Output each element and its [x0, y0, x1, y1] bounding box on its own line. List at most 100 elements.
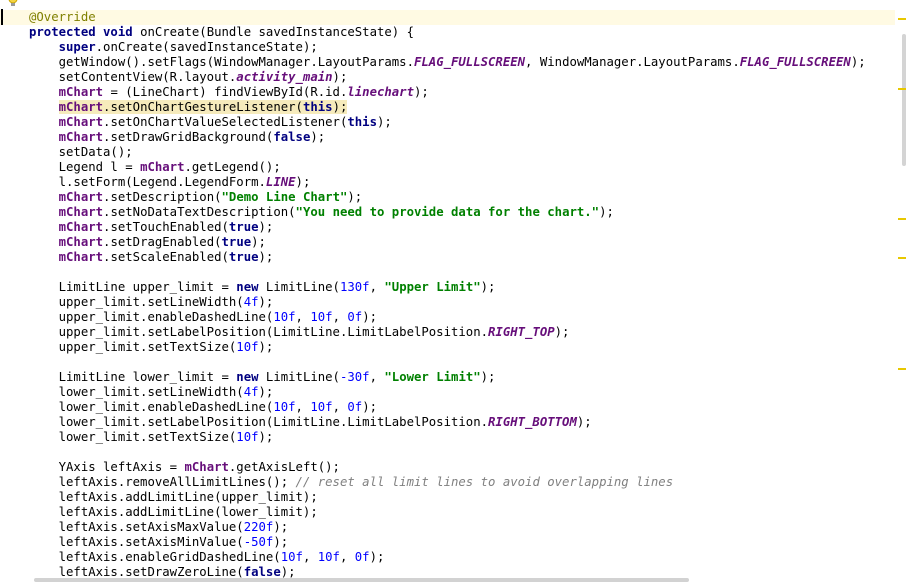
code-token: ); [273, 535, 289, 549]
code-token: .setOnChartValueSelectedListener( [103, 115, 348, 129]
code-token: .setScaleEnabled( [103, 250, 229, 264]
code-editor[interactable]: @Override protected void onCreate(Bundle … [0, 0, 907, 582]
code-line[interactable]: @Override [0, 10, 900, 25]
code-token: lower_limit.enableDashedLine( [29, 400, 274, 414]
code-token: leftAxis.setAxisMaxValue( [29, 520, 244, 534]
code-token: , WindowManager.LayoutParams. [525, 55, 740, 69]
code-line[interactable]: leftAxis.addLimitLine(upper_limit); [0, 490, 900, 505]
code-line[interactable]: mChart.setNoDataTextDescription("You nee… [0, 205, 900, 220]
code-line[interactable] [0, 265, 900, 280]
code-line[interactable]: LimitLine upper_limit = new LimitLine(13… [0, 280, 900, 295]
code-token: 4f [243, 295, 259, 309]
code-line[interactable]: mChart.setScaleEnabled(true); [0, 250, 900, 265]
code-token: , [339, 550, 355, 564]
code-token: super [58, 40, 96, 54]
code-line[interactable]: mChart.setDragEnabled(true); [0, 235, 900, 250]
code-token: , [295, 310, 311, 324]
code-line[interactable]: leftAxis.removeAllLimitLines(); // reset… [0, 475, 900, 490]
code-line[interactable]: leftAxis.enableGridDashedLine(10f, 10f, … [0, 550, 900, 565]
code-token: mChart [58, 115, 104, 129]
code-token: true [228, 220, 259, 234]
warning-marker[interactable] [898, 257, 906, 259]
code-line[interactable]: setContentView(R.layout.activity_main); [0, 70, 900, 85]
code-token: ); [332, 70, 348, 84]
code-line[interactable]: leftAxis.setAxisMinValue(-50f); [0, 535, 900, 550]
code-token: FLAG_FULLSCREEN [413, 55, 526, 69]
code-line[interactable]: lower_limit.setLabelPosition(LimitLine.L… [0, 415, 900, 430]
code-line[interactable]: mChart.setOnChartValueSelectedListener(t… [0, 115, 900, 130]
warning-marker[interactable] [898, 88, 906, 90]
code-token: 10f [317, 550, 340, 564]
code-token: 10f [236, 430, 259, 444]
code-token: lower_limit.setLabelPosition(LimitLine.L… [29, 415, 489, 429]
code-line[interactable]: YAxis leftAxis = mChart.getAxisLeft(); [0, 460, 900, 475]
code-token: LimitLine upper_limit = [29, 280, 237, 294]
code-line[interactable]: mChart.setDrawGridBackground(false); [0, 130, 900, 145]
code-token: , [332, 400, 348, 414]
code-line[interactable]: lower_limit.setLineWidth(4f); [0, 385, 900, 400]
warning-marker[interactable] [898, 18, 906, 20]
code-token: ); [362, 400, 377, 414]
code-token: -30f [339, 370, 370, 384]
code-token: 0f [347, 310, 363, 324]
code-token: LINE [265, 175, 296, 189]
code-token: .getAxisLeft(); [228, 460, 340, 474]
code-token: ); [310, 130, 326, 144]
code-token: lower_limit.setLineWidth( [29, 385, 244, 399]
lightbulb-icon[interactable] [6, 0, 20, 8]
code-line[interactable]: leftAxis.addLimitLine(lower_limit); [0, 505, 900, 520]
code-token: ); [258, 340, 274, 354]
vertical-scrollbar[interactable] [902, 34, 906, 166]
code-token: mChart [140, 160, 185, 174]
code-line[interactable]: upper_limit.setLabelPosition(LimitLine.L… [0, 325, 900, 340]
code-line[interactable]: upper_limit.setTextSize(10f); [0, 340, 900, 355]
code-line[interactable]: lower_limit.enableDashedLine(10f, 10f, 0… [0, 400, 900, 415]
code-token: ); [480, 370, 496, 384]
code-token: 10f [280, 550, 303, 564]
code-token: protected void [29, 25, 141, 39]
code-token: , [295, 400, 311, 414]
warning-marker[interactable] [898, 368, 906, 370]
error-stripe[interactable] [895, 0, 907, 582]
code-line[interactable]: mChart.setDescription("Demo Line Chart")… [0, 190, 900, 205]
code-token: "Demo Line Chart" [221, 190, 348, 204]
code-token: "Lower Limit" [384, 370, 481, 384]
code-line[interactable]: upper_limit.setLineWidth(4f); [0, 295, 900, 310]
code-token: linechart [347, 85, 414, 99]
warning-marker[interactable] [898, 218, 906, 220]
code-token: ); [850, 55, 866, 69]
code-line[interactable] [0, 445, 900, 460]
code-line[interactable]: LimitLine lower_limit = new LimitLine(-3… [0, 370, 900, 385]
code-line[interactable]: l.setForm(Legend.LegendForm.LINE); [0, 175, 900, 190]
code-line[interactable]: lower_limit.setTextSize(10f); [0, 430, 900, 445]
code-area[interactable]: @Override protected void onCreate(Bundle … [0, 10, 900, 580]
code-token: getWindow().setFlags(WindowManager.Layou… [29, 55, 414, 69]
code-token: upper_limit.setLabelPosition(LimitLine.L… [29, 325, 489, 339]
code-line[interactable]: super.onCreate(savedInstanceState); [0, 40, 900, 55]
code-line[interactable]: Legend l = mChart.getLegend(); [0, 160, 900, 175]
code-token: ); [414, 85, 429, 99]
code-line[interactable]: mChart.setTouchEnabled(true); [0, 220, 900, 235]
code-token: ); [376, 115, 392, 129]
code-line[interactable]: upper_limit.enableDashedLine(10f, 10f, 0… [0, 310, 900, 325]
code-line[interactable]: mChart = (LineChart) findViewById(R.id.l… [0, 85, 900, 100]
code-token: ); [369, 550, 385, 564]
code-line[interactable]: getWindow().setFlags(WindowManager.Layou… [0, 55, 900, 70]
code-line[interactable]: mChart.setOnChartGestureListener(this); [0, 100, 900, 115]
code-token: ); [280, 565, 296, 579]
code-token: ); [332, 100, 348, 114]
code-line[interactable]: protected void onCreate(Bundle savedInst… [0, 25, 900, 40]
code-token: ); [295, 175, 311, 189]
code-line[interactable]: setData(); [0, 145, 900, 160]
horizontal-scrollbar[interactable] [34, 578, 689, 582]
code-line[interactable] [0, 355, 900, 370]
code-token: upper_limit.enableDashedLine( [29, 310, 274, 324]
code-line[interactable]: leftAxis.setAxisMaxValue(220f); [0, 520, 900, 535]
code-token: 0f [347, 400, 363, 414]
code-token: 220f [243, 520, 274, 534]
code-token: -50f [243, 535, 274, 549]
code-token: ); [273, 520, 289, 534]
